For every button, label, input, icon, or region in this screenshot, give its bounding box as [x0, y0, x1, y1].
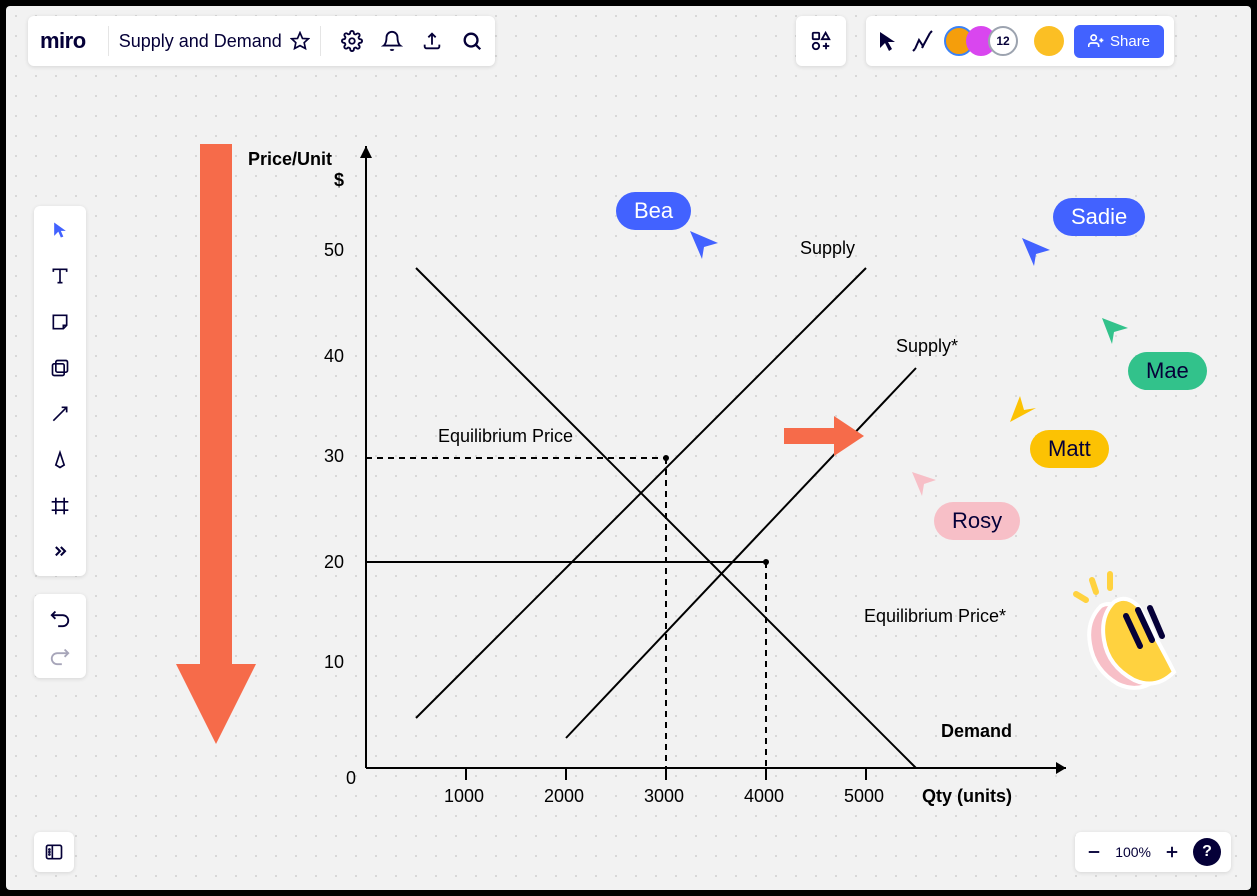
y-tick-50: 50: [324, 240, 344, 261]
cursor-matt: Matt: [1030, 430, 1109, 468]
cursor-bea: Bea: [616, 192, 691, 230]
y-tick-10: 10: [324, 652, 344, 673]
y-axis-label: Price/Unit: [248, 149, 332, 170]
y-tick-0: 0: [346, 768, 356, 789]
equilibrium-label: Equilibrium Price: [438, 426, 573, 447]
y-axis-unit: $: [334, 170, 344, 191]
cursor-icon: [690, 231, 720, 261]
y-tick-20: 20: [324, 552, 344, 573]
cursor-mae: Mae: [1128, 352, 1207, 390]
x-tick-5000: 5000: [844, 786, 884, 807]
y-tick-40: 40: [324, 346, 344, 367]
x-tick-2000: 2000: [544, 786, 584, 807]
canvas[interactable]: Price/Unit $ 50 40 30 20 10 0 1000 2000 …: [6, 6, 1251, 890]
x-tick-4000: 4000: [744, 786, 784, 807]
x-tick-3000: 3000: [644, 786, 684, 807]
big-down-arrow[interactable]: [176, 144, 256, 744]
x-tick-1000: 1000: [444, 786, 484, 807]
shift-right-arrow[interactable]: [784, 416, 864, 456]
equilibrium-star-label: Equilibrium Price*: [864, 606, 1006, 627]
cursor-icon: [1102, 318, 1130, 346]
cursor-icon: [1022, 238, 1052, 268]
cursor-icon: [1010, 396, 1036, 422]
cursor-rosy: Rosy: [934, 502, 1020, 540]
clap-sticker[interactable]: [1056, 566, 1196, 706]
cursor-icon: [912, 472, 936, 496]
cursor-sadie: Sadie: [1053, 198, 1145, 236]
supply-star-label: Supply*: [896, 336, 958, 357]
demand-label: Demand: [941, 721, 1012, 742]
supply-label: Supply: [800, 238, 855, 259]
y-tick-30: 30: [324, 446, 344, 467]
x-axis-label: Qty (units): [922, 786, 1012, 807]
